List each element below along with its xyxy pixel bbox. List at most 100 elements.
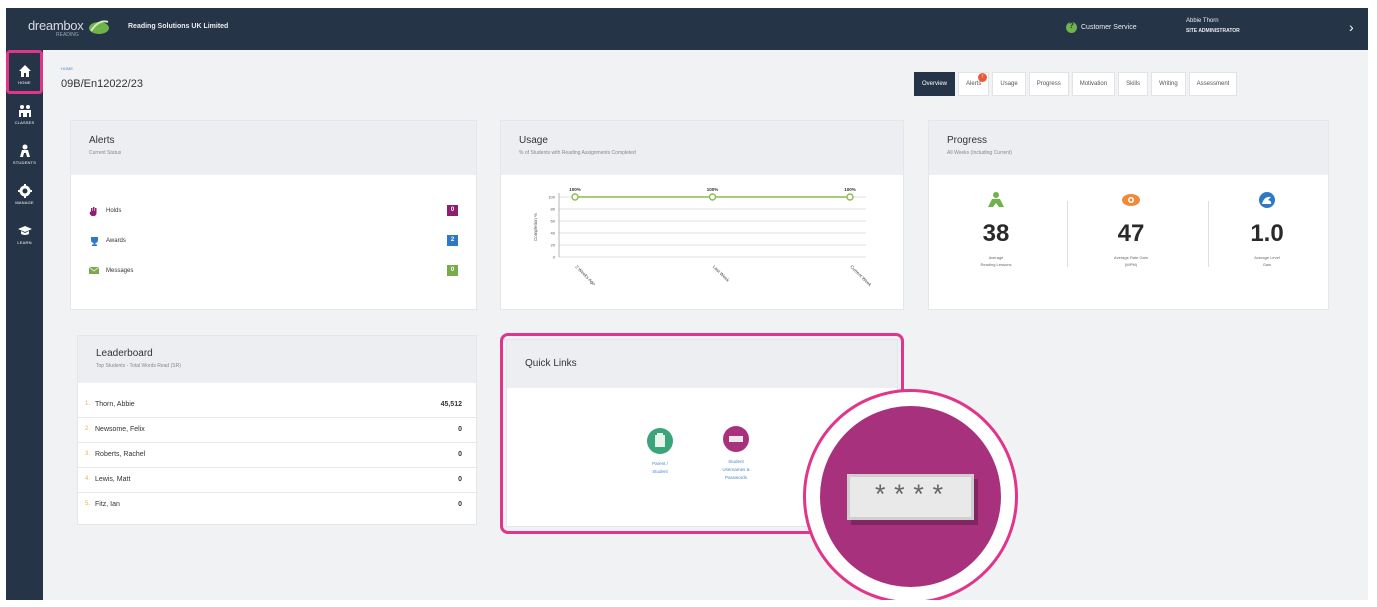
tab-usage[interactable]: Usage — [992, 72, 1026, 96]
y-axis-label: Completion % — [533, 213, 538, 241]
data-label: 100% — [569, 187, 581, 192]
sidebar-item-label: MANAGE — [15, 200, 34, 205]
tab-overview[interactable]: Overview — [914, 72, 956, 96]
y-tick-label: 80 — [551, 207, 556, 212]
chevron-right-icon[interactable]: › — [1349, 19, 1354, 35]
leaderboard-card: Leaderboard Top Students - Total Words R… — [77, 335, 477, 525]
metric-reading-lessons: 38 Average Reading Lessons — [931, 191, 1061, 268]
awards-count: 2 — [447, 235, 458, 246]
gear-icon — [17, 184, 32, 198]
progress-card: Progress All Weeks (Including Current) 3… — [928, 120, 1329, 310]
user-role: SITE ADMINISTRATOR — [1186, 28, 1240, 34]
x-tick-label: 2 Weeks Ago — [574, 264, 597, 287]
sidebar-item-classes[interactable]: CLASSES — [6, 98, 43, 138]
card-subtitle: % of Students with Reading Assignments C… — [519, 150, 636, 156]
app-window: dreambox READING Reading Solutions UK Li… — [6, 8, 1368, 600]
metric-label: Average Level — [1254, 255, 1280, 260]
card-subtitle: Current Status — [89, 150, 122, 156]
tab-progress[interactable]: Progress — [1028, 72, 1069, 96]
metric-label: Reading Lessons — [980, 262, 1012, 267]
holds-count: 0 — [447, 205, 458, 216]
data-label: 100% — [844, 187, 856, 192]
zoom-callout: **** — [803, 389, 1018, 600]
tab-alerts[interactable]: Alerts! — [958, 72, 990, 96]
sidebar-item-label: CLASSES — [14, 120, 35, 125]
metric-label: Average Rate Gain — [1114, 255, 1148, 260]
metric-value: 47 — [1117, 220, 1145, 247]
card-header: Usage % of Students with Reading Assignm… — [501, 121, 903, 175]
messages-count: 0 — [447, 265, 458, 276]
customer-service-link[interactable]: Customer Service — [1066, 21, 1137, 33]
top-bar: dreambox READING Reading Solutions UK Li… — [6, 8, 1368, 50]
card-header: Alerts Current Status — [71, 121, 476, 175]
sidebar-item-label: STUDENTS — [12, 160, 37, 165]
sidebar-item-label: LEARN — [17, 240, 32, 245]
logo-leaf-icon — [89, 20, 109, 34]
card-subtitle: All Weeks (Including Current) — [947, 150, 1012, 156]
reader-icon — [988, 192, 1004, 207]
y-tick-label: 20 — [551, 243, 556, 248]
card-title: Usage — [519, 135, 548, 146]
logo: dreambox — [28, 18, 84, 33]
card-title: Leaderboard — [96, 348, 153, 359]
page-title: 09B/En12022/23 — [61, 78, 143, 90]
alert-row-messages[interactable]: Messages — [89, 266, 133, 276]
highlight-classes — [6, 50, 43, 94]
card-subtitle: Top Students - Total Words Read (SR) — [96, 363, 181, 369]
message-icon — [89, 266, 100, 274]
metric-level-gain: 1.0 Average Level Gain — [1202, 191, 1332, 268]
organization-name[interactable]: Reading Solutions UK Limited — [128, 23, 228, 30]
alert-row-awards[interactable]: Awards — [89, 236, 126, 246]
sidebar-item-manage[interactable]: MANAGE — [6, 178, 43, 218]
y-tick-label: 0 — [553, 255, 556, 260]
card-title: Alerts — [89, 135, 115, 146]
usage-card: Usage % of Students with Reading Assignm… — [500, 120, 904, 310]
hand-icon — [89, 207, 97, 216]
metric-label: Gain — [1262, 262, 1272, 267]
sidebar-item-learn[interactable]: LEARN — [6, 218, 43, 258]
y-tick-label: 100 — [548, 195, 555, 200]
sidebar-item-students[interactable]: STUDENTS — [6, 138, 43, 178]
tab-assessment[interactable]: Assessment — [1188, 72, 1238, 96]
metric-label: (WPM) — [1124, 262, 1138, 267]
x-tick-label: Last Week — [712, 264, 731, 283]
tab-motivation[interactable]: Motivation — [1071, 72, 1116, 96]
customer-service-label: Customer Service — [1081, 24, 1137, 31]
tab-bar: Overview Alerts! Usage Progress Motivati… — [911, 72, 1238, 96]
data-point — [846, 193, 854, 201]
data-label: 100% — [707, 187, 719, 192]
card-title: Progress — [947, 135, 988, 146]
table-row[interactable]: 4. Lewis, Matt 0 — [78, 468, 476, 493]
tab-skills[interactable]: Skills — [1118, 72, 1149, 96]
trophy-icon — [91, 237, 98, 246]
sidebar: HOME CLASSES STUDENTS MANAGE LEARN — [6, 50, 43, 600]
zoom-password-icon: **** — [820, 406, 1001, 587]
x-tick-label: Current Week — [849, 264, 873, 288]
metric-value: 1.0 — [1250, 220, 1284, 247]
metric-label: Average — [988, 255, 1004, 260]
card-header: Progress All Weeks (Including Current) — [929, 121, 1328, 175]
logo-subtitle: READING — [56, 32, 79, 38]
graduation-cap-icon — [17, 226, 32, 235]
alert-badge: ! — [978, 73, 988, 82]
user-name[interactable]: Abbie Thorn — [1186, 18, 1219, 24]
breadcrumb[interactable]: HOME — [61, 66, 73, 71]
metric-value: 38 — [982, 220, 1010, 247]
y-tick-label: 60 — [551, 219, 556, 224]
students-icon — [19, 144, 30, 157]
classes-icon — [18, 105, 31, 117]
help-icon — [1066, 21, 1077, 33]
tab-writing[interactable]: Writing — [1151, 72, 1186, 96]
eye-icon — [1122, 194, 1140, 206]
usage-line-chart: 100 80 60 40 20 0 Completion % 100% 2 Weeks Ago 1… — [533, 187, 873, 288]
y-tick-label: 40 — [551, 231, 556, 236]
table-row[interactable]: 3. Roberts, Rachel 0 — [78, 443, 476, 468]
data-point — [708, 193, 717, 201]
table-row[interactable]: 5. Fitz, Ian 0 — [78, 493, 476, 518]
metric-rate-gain: 47 Average Rate Gain (WPM) — [1066, 191, 1196, 268]
alert-row-holds[interactable]: Holds — [89, 206, 121, 216]
table-row[interactable]: 1. Thorn, Abbie 45,512 — [78, 393, 476, 418]
card-header: Leaderboard Top Students - Total Words R… — [78, 336, 476, 383]
password-mask: **** — [847, 474, 974, 520]
table-row[interactable]: 2. Newsome, Felix 0 — [78, 418, 476, 443]
